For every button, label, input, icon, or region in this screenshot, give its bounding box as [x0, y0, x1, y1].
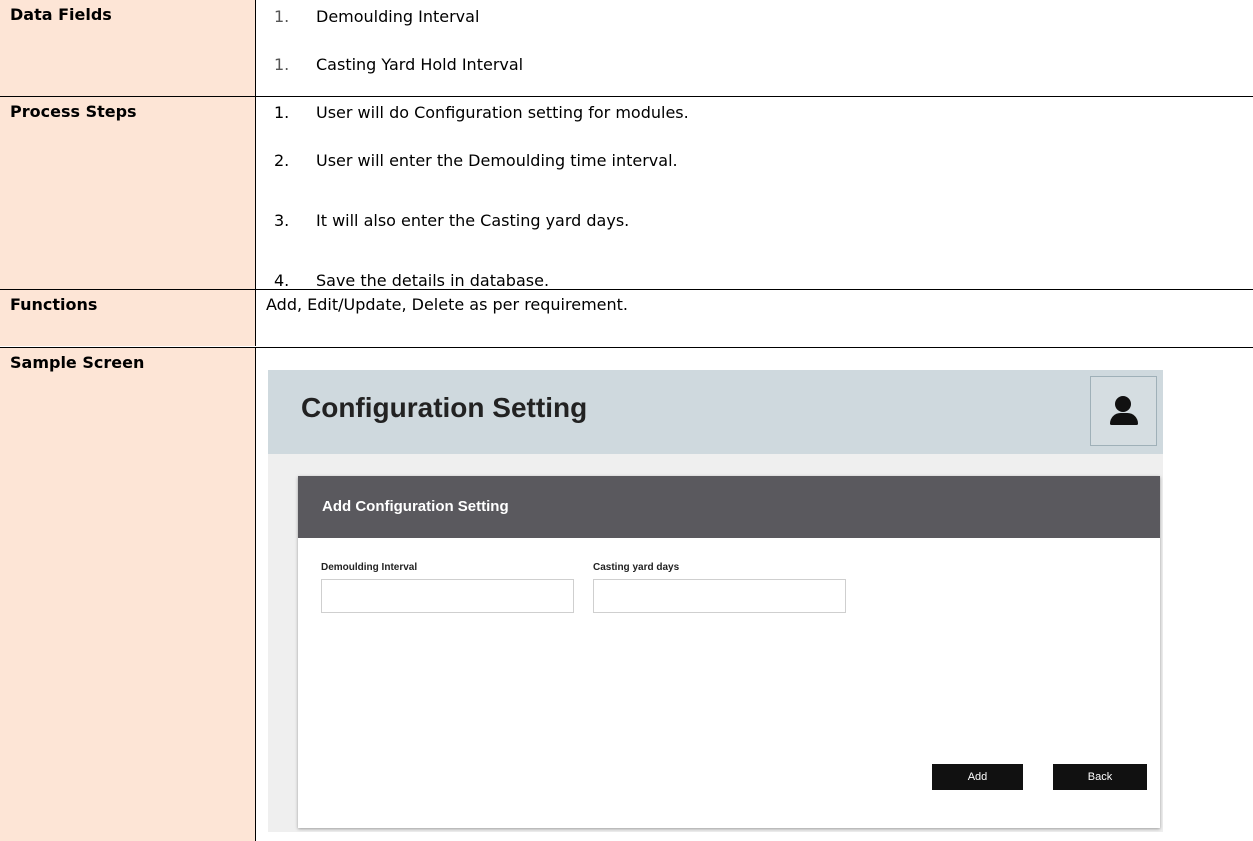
- list-number: 3.: [274, 211, 290, 230]
- panel-title: Add Configuration Setting: [322, 498, 509, 515]
- panel-header: Add Configuration Setting: [298, 476, 1160, 538]
- list-number: 1.: [274, 7, 290, 26]
- content-cell: 1. Demoulding Interval 1. Casting Yard H…: [255, 0, 1253, 96]
- list-item: 3. It will also enter the Casting yard d…: [274, 211, 629, 230]
- functions-text: Add, Edit/Update, Delete as per requirem…: [266, 295, 628, 314]
- app-header: Configuration Setting: [268, 370, 1163, 454]
- casting-yard-days-input[interactable]: [593, 579, 846, 613]
- label-cell: Data Fields: [0, 0, 255, 96]
- list-item: 1. User will do Configuration setting fo…: [274, 103, 689, 122]
- row-label: Functions: [10, 295, 98, 314]
- row-label: Sample Screen: [10, 353, 145, 372]
- sample-screen-mockup: Configuration Setting Add Configuration …: [268, 370, 1163, 832]
- content-cell: Add, Edit/Update, Delete as per requirem…: [255, 290, 1253, 346]
- user-icon: [1115, 396, 1131, 412]
- config-form-panel: Add Configuration Setting Demoulding Int…: [298, 476, 1160, 828]
- label-cell: Sample Screen: [0, 348, 255, 841]
- list-text: User will do Configuration setting for m…: [316, 103, 689, 122]
- list-text: User will enter the Demoulding time inte…: [316, 151, 678, 170]
- add-button[interactable]: Add: [932, 764, 1023, 790]
- row-functions: Functions Add, Edit/Update, Delete as pe…: [0, 290, 1253, 346]
- list-item: 2. User will enter the Demoulding time i…: [274, 151, 678, 170]
- list-item: 1. Casting Yard Hold Interval: [274, 55, 523, 74]
- row-label: Process Steps: [10, 102, 137, 121]
- user-icon-body: [1110, 413, 1138, 425]
- demoulding-interval-input[interactable]: [321, 579, 574, 613]
- list-text: Save the details in database.: [316, 271, 550, 290]
- list-item: 4. Save the details in database.: [274, 271, 549, 290]
- list-text: Casting Yard Hold Interval: [316, 55, 524, 74]
- demoulding-interval-label: Demoulding Interval: [321, 562, 418, 573]
- casting-yard-days-label: Casting yard days: [593, 562, 680, 573]
- back-button[interactable]: Back: [1053, 764, 1147, 790]
- document-table: Data Fields 1. Demoulding Interval 1. Ca…: [0, 0, 1253, 841]
- list-number: 1.: [274, 103, 290, 122]
- row-label: Data Fields: [10, 5, 112, 24]
- list-number: 4.: [274, 271, 290, 290]
- label-cell: Functions: [0, 290, 255, 346]
- list-text: It will also enter the Casting yard days…: [316, 211, 630, 230]
- page-title: Configuration Setting: [301, 392, 588, 423]
- user-avatar-button[interactable]: [1090, 376, 1157, 446]
- row-data-fields: Data Fields 1. Demoulding Interval 1. Ca…: [0, 0, 1253, 96]
- list-text: Demoulding Interval: [316, 7, 480, 26]
- list-item: 1. Demoulding Interval: [274, 7, 479, 26]
- list-number: 1.: [274, 55, 290, 74]
- list-number: 2.: [274, 151, 290, 170]
